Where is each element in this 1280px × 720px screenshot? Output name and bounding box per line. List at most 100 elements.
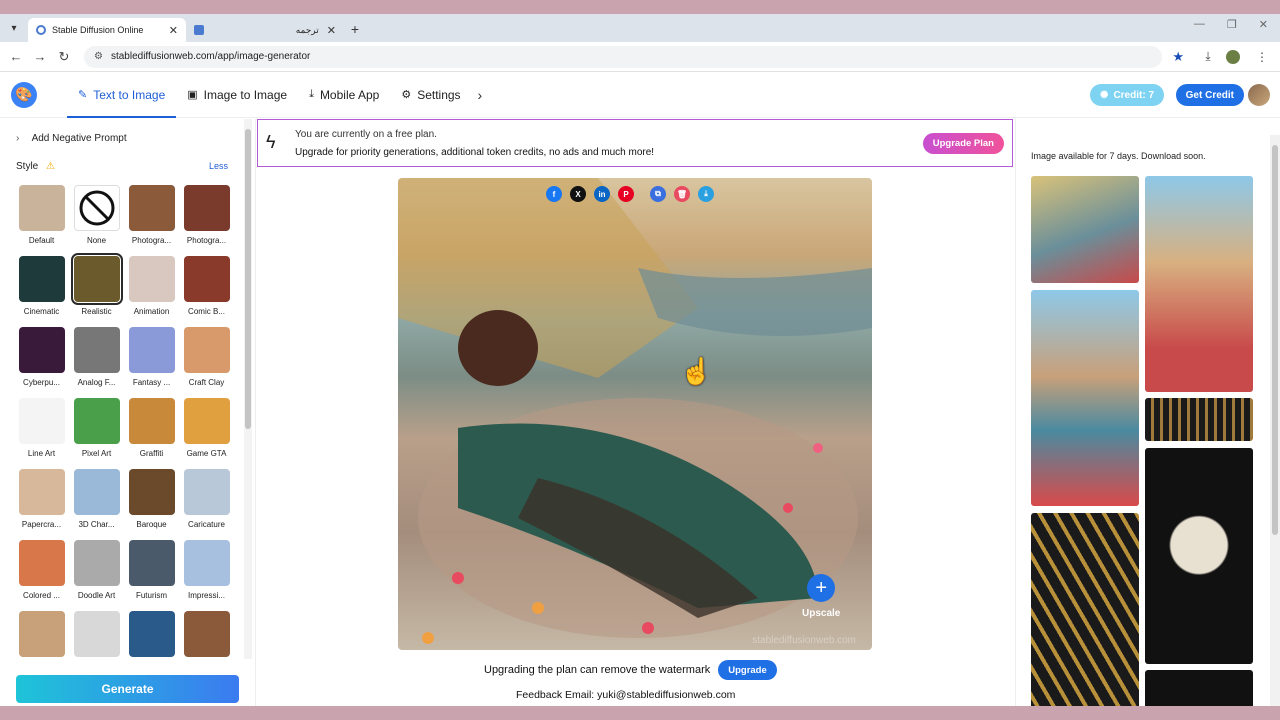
tab-image-to-image[interactable]: ▣ Image to Image (176, 72, 298, 118)
upscale-button[interactable]: + Upscale (802, 574, 840, 619)
style-option[interactable]: Papercra... (14, 469, 69, 540)
banner-line-2: Upgrade for priority generations, additi… (295, 147, 655, 158)
close-window-icon[interactable]: ✕ (1259, 18, 1268, 31)
style-label: Game GTA (186, 449, 227, 458)
linkedin-icon[interactable]: in (594, 186, 610, 202)
pinterest-icon[interactable]: P (618, 186, 634, 202)
style-label: Caricature (188, 520, 225, 529)
menu-icon[interactable]: ⋮ (1252, 50, 1272, 64)
downloads-icon[interactable]: ⤓ (1198, 49, 1218, 64)
back-icon[interactable]: ← (4, 49, 28, 64)
style-option[interactable]: Graffiti (124, 398, 179, 469)
facebook-icon[interactable]: f (546, 186, 562, 202)
image-icon: ▣ (187, 89, 198, 101)
style-thumbnail (128, 540, 175, 586)
style-label: Fantasy ... (132, 378, 171, 387)
url-field[interactable]: ⚙ stablediffusionweb.com/app/image-gener… (84, 45, 1163, 68)
style-option[interactable]: Photogra... (179, 185, 234, 256)
upgrade-button[interactable]: Upgrade (718, 660, 777, 680)
style-option[interactable]: Comic B... (179, 256, 234, 327)
feedback-email: Feedback Email: yuki@stablediffusionweb.… (516, 689, 736, 701)
user-avatar[interactable] (1248, 84, 1270, 106)
style-option[interactable]: Cyberpu... (14, 327, 69, 398)
minimize-icon[interactable]: — (1194, 18, 1205, 31)
download-icon[interactable]: ⤓ (698, 186, 714, 202)
negative-prompt-toggle[interactable]: › Add Negative Prompt (16, 133, 127, 144)
style-option[interactable]: Cinematic (14, 256, 69, 327)
site-favicon-icon (36, 25, 46, 35)
nav-label: Image to Image (203, 87, 288, 102)
reload-icon[interactable]: ↻ (52, 49, 76, 65)
style-option[interactable]: Line Art (14, 398, 69, 469)
bookmark-star-icon[interactable]: ★ (1172, 49, 1184, 65)
style-option[interactable]: Analog F... (69, 327, 124, 398)
style-option[interactable]: Doodle Art (69, 540, 124, 611)
style-option[interactable] (14, 611, 69, 661)
left-scrollbar[interactable] (244, 119, 252, 659)
credit-badge[interactable]: ✺ Credit: 7 (1090, 84, 1164, 106)
style-option[interactable]: Baroque (124, 469, 179, 540)
watermark: stablediffusionweb.com (752, 635, 856, 646)
generate-button[interactable]: Generate (16, 675, 239, 703)
style-option[interactable]: Photogra... (124, 185, 179, 256)
restore-icon[interactable]: ❐ (1227, 18, 1237, 31)
style-option[interactable]: Caricature (179, 469, 234, 540)
style-option[interactable]: Realistic (69, 253, 124, 327)
get-credit-button[interactable]: Get Credit (1175, 84, 1244, 106)
style-option[interactable]: Game GTA (179, 398, 234, 469)
style-option[interactable]: Fantasy ... (124, 327, 179, 398)
chevron-right-icon[interactable]: › (478, 87, 483, 103)
hand-cursor-icon: ☝ (680, 356, 713, 386)
gallery-thumb[interactable] (1145, 176, 1253, 392)
palette-logo-icon[interactable]: 🎨 (11, 81, 37, 108)
style-thumbnail (70, 253, 123, 305)
tab-translate[interactable]: ترجمه ✕ (186, 18, 344, 42)
gallery-thumb[interactable] (1031, 290, 1139, 506)
gallery-thumb[interactable] (1031, 176, 1139, 283)
new-tab-icon[interactable]: + (344, 18, 366, 40)
watermark-notice: Upgrading the plan can remove the waterm… (484, 660, 777, 680)
style-option[interactable]: None (69, 185, 124, 256)
style-option[interactable] (179, 611, 234, 661)
style-option[interactable]: Impressi... (179, 540, 234, 611)
right-scrollbar[interactable] (1270, 135, 1280, 706)
url-text: stablediffusionweb.com/app/image-generat… (110, 51, 311, 62)
style-thumbnail (73, 398, 120, 444)
gallery-thumb[interactable] (1145, 398, 1253, 441)
style-option[interactable]: 3D Char... (69, 469, 124, 540)
gallery-note: Image available for 7 days. Download soo… (1031, 151, 1206, 161)
style-thumbnail (18, 469, 65, 515)
style-option[interactable] (124, 611, 179, 661)
site-settings-icon[interactable]: ⚙ (94, 51, 103, 62)
tab-mobile-app[interactable]: ⤓ Mobile App (298, 72, 390, 118)
close-tab-icon[interactable]: ✕ (169, 24, 178, 37)
style-option[interactable]: Colored ... (14, 540, 69, 611)
style-label: Futurism (135, 591, 168, 600)
style-option[interactable] (69, 611, 124, 661)
tab-settings[interactable]: ⚙ Settings (390, 72, 471, 118)
style-thumbnail (18, 256, 65, 302)
gallery-thumb[interactable] (1145, 670, 1253, 706)
gallery-thumb[interactable] (1145, 448, 1253, 664)
x-icon[interactable]: X (570, 186, 586, 202)
none-icon (73, 185, 120, 231)
copy-icon[interactable]: ⧉ (650, 186, 666, 202)
tab-search-icon[interactable]: ▾ (4, 18, 24, 38)
style-label: Analog F... (77, 378, 116, 387)
tab-text-to-image[interactable]: ✎ Text to Image (67, 72, 177, 118)
tab-stable-diffusion[interactable]: Stable Diffusion Online ✕ (28, 18, 186, 42)
style-option[interactable]: Craft Clay (179, 327, 234, 398)
close-tab-icon[interactable]: ✕ (327, 24, 336, 37)
upgrade-plan-button[interactable]: Upgrade Plan (922, 133, 1004, 154)
profile-icon[interactable] (1226, 49, 1240, 64)
style-label: Cinematic (23, 307, 60, 316)
style-option[interactable]: Pixel Art (69, 398, 124, 469)
gallery-thumb[interactable] (1031, 513, 1139, 706)
style-option[interactable]: Futurism (124, 540, 179, 611)
forward-icon[interactable]: → (28, 49, 52, 64)
less-link[interactable]: Less (209, 161, 228, 171)
delete-icon[interactable]: 🗑 (674, 186, 690, 202)
generated-image[interactable]: f X in P ⧉ 🗑 ⤓ + Upscale stablediffusion… (398, 178, 872, 650)
style-option[interactable]: Default (14, 185, 69, 256)
style-option[interactable]: Animation (124, 256, 179, 327)
